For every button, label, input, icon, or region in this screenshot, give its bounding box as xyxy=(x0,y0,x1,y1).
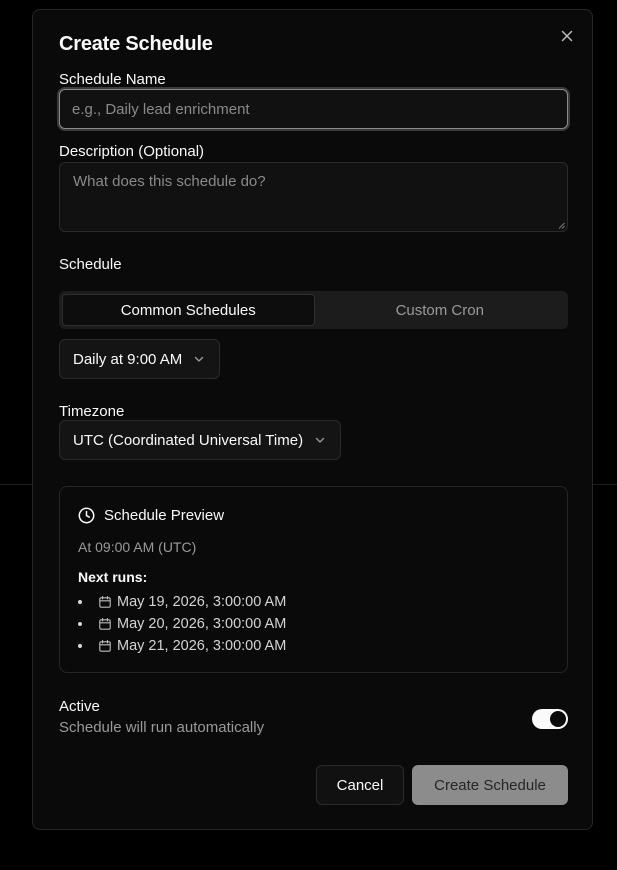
description-label: Description (Optional) xyxy=(59,143,205,160)
schedule-name-label: Schedule Name xyxy=(59,71,166,88)
dialog-title: Create Schedule xyxy=(59,33,213,55)
chevron-down-icon xyxy=(195,356,204,362)
schedule-name-input[interactable] xyxy=(59,89,568,129)
tab-common-schedules[interactable]: Common Schedules xyxy=(62,294,315,326)
list-item: May 20, 2026, 3:00:00 AM xyxy=(78,613,286,635)
next-run-date: May 20, 2026, 3:00:00 AM xyxy=(117,616,287,632)
preview-header: Schedule Preview xyxy=(78,507,224,524)
description-wrapper xyxy=(59,162,568,232)
clock-icon xyxy=(78,507,95,524)
toggle-thumb xyxy=(550,711,566,727)
preview-description: At 09:00 AM (UTC) xyxy=(78,539,197,555)
timezone-label: Timezone xyxy=(59,403,125,420)
next-run-date: May 19, 2026, 3:00:00 AM xyxy=(117,594,287,610)
create-schedule-button[interactable]: Create Schedule xyxy=(412,765,568,805)
calendar-icon xyxy=(99,639,111,652)
active-description: Schedule will run automatically xyxy=(59,719,265,736)
next-runs-label: Next runs: xyxy=(78,569,148,585)
next-run-date: May 21, 2026, 3:00:00 AM xyxy=(117,638,287,654)
frequency-select[interactable]: Daily at 9:00 AM xyxy=(59,339,221,379)
active-label: Active xyxy=(59,698,100,715)
create-schedule-dialog: Create Schedule Schedule Name Descriptio… xyxy=(32,9,593,830)
close-button[interactable] xyxy=(559,28,575,44)
timezone-selected-value: UTC (Coordinated Universal Time) xyxy=(73,431,304,449)
cancel-button[interactable]: Cancel xyxy=(316,765,404,805)
schedule-label: Schedule xyxy=(59,256,122,273)
schedule-type-tabs: Common Schedules Custom Cron xyxy=(59,291,568,329)
next-runs-list: May 19, 2026, 3:00:00 AM May 20, 2026, 3… xyxy=(78,591,286,657)
frequency-selected-value: Daily at 9:00 AM xyxy=(73,350,183,368)
calendar-icon xyxy=(99,617,111,630)
chevron-down-icon xyxy=(315,437,325,443)
list-item: May 21, 2026, 3:00:00 AM xyxy=(78,635,286,657)
close-icon xyxy=(561,30,573,42)
description-textarea[interactable] xyxy=(59,162,568,232)
schedule-preview-panel: Schedule Preview At 09:00 AM (UTC) Next … xyxy=(59,486,568,673)
active-toggle[interactable] xyxy=(532,709,568,729)
timezone-select[interactable]: UTC (Coordinated Universal Time) xyxy=(59,420,342,460)
list-item: May 19, 2026, 3:00:00 AM xyxy=(78,591,286,613)
resize-grip-icon[interactable] xyxy=(558,222,565,229)
bullet xyxy=(78,600,82,604)
bullet xyxy=(78,644,82,648)
bullet xyxy=(78,622,82,626)
tab-custom-cron[interactable]: Custom Cron xyxy=(315,294,566,326)
preview-title: Schedule Preview xyxy=(104,507,225,524)
calendar-icon xyxy=(99,595,111,608)
